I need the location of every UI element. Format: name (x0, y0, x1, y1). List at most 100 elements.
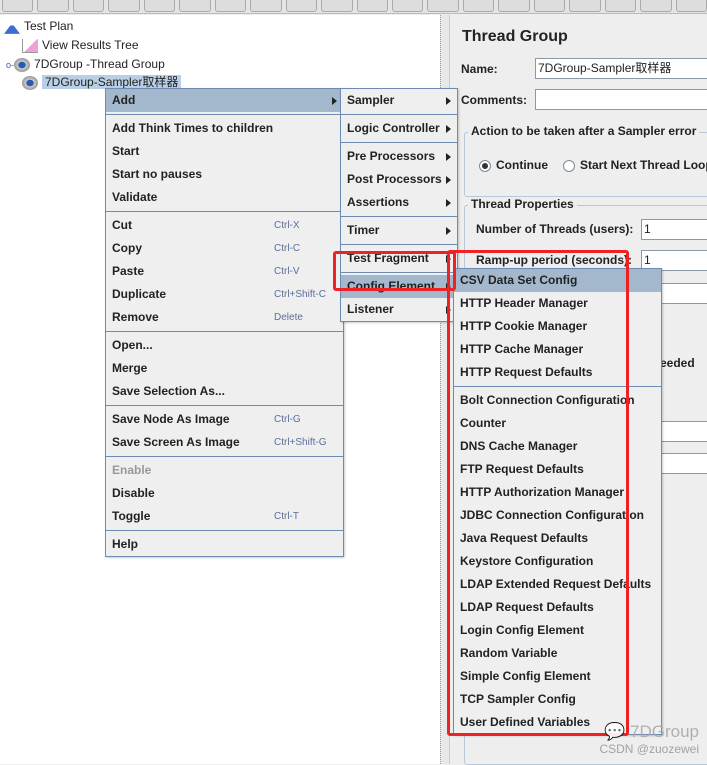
menu-item-help[interactable]: Help (106, 533, 343, 556)
menu-item-label: Remove (112, 310, 159, 324)
menu-item-label: Toggle (112, 509, 151, 523)
menu-separator (341, 216, 457, 217)
menu-item-add[interactable]: Add (106, 89, 343, 112)
menu-item-label: Validate (112, 190, 158, 204)
panel-title: Thread Group (462, 28, 568, 45)
fieldset-legend: Thread Properties (468, 197, 577, 211)
menu-separator (106, 331, 343, 332)
submenu-arrow-icon (446, 176, 451, 184)
toolbar (0, 0, 707, 14)
menu-item-paste[interactable]: Paste Ctrl-V (106, 260, 343, 283)
menu-item-disable[interactable]: Disable (106, 482, 343, 505)
menu-item-validate[interactable]: Validate (106, 186, 343, 209)
submenu-arrow-icon (446, 227, 451, 235)
menu-item-sampler[interactable]: Sampler (341, 89, 457, 112)
toolbar-button[interactable] (427, 0, 459, 12)
menu-item-label: Help (112, 537, 139, 551)
comments-input[interactable] (535, 89, 707, 110)
menu-item-remove[interactable]: Remove Delete (106, 306, 343, 329)
threads-input[interactable]: 1 (641, 219, 707, 240)
menu-item-add-think-times-to-children[interactable]: Add Think Times to children (106, 117, 343, 140)
radio-label: Continue (496, 158, 548, 172)
tree-node-test-plan[interactable]: Test Plan (4, 18, 73, 35)
submenu-arrow-icon (446, 97, 451, 105)
radio-label: Start Next Thread Loop (580, 158, 707, 172)
toolbar-button[interactable] (321, 0, 353, 12)
toolbar-button[interactable] (569, 0, 601, 12)
menu-item-label: Save Node As Image (112, 412, 230, 426)
toolbar-button[interactable] (604, 0, 637, 12)
test-plan-flask-icon (4, 19, 20, 34)
toolbar-button[interactable] (2, 0, 34, 12)
menu-item-cut[interactable]: Cut Ctrl-X (106, 214, 343, 237)
duration-input[interactable] (660, 421, 707, 442)
menu-item-listener[interactable]: Listener (341, 298, 457, 321)
menu-item-start-no-pauses[interactable]: Start no pauses (106, 163, 343, 186)
toolbar-button[interactable] (72, 0, 105, 12)
menu-item-shortcut: Ctrl-C (274, 243, 301, 254)
menu-item-copy[interactable]: Copy Ctrl-C (106, 237, 343, 260)
menu-item-label: Pre Processors (347, 149, 436, 163)
menu-item-label: Listener (347, 302, 394, 316)
menu-item-label: Start (112, 144, 140, 158)
menu-item-save-selection-as[interactable]: Save Selection As... (106, 380, 343, 403)
menu-item-timer[interactable]: Timer (341, 219, 457, 242)
menu-item-label: Sampler (347, 93, 395, 107)
submenu-arrow-icon (446, 125, 451, 133)
menu-separator (106, 405, 343, 406)
toolbar-button[interactable] (462, 0, 495, 12)
toolbar-button[interactable] (214, 0, 247, 12)
menu-item-save-screen-as-image[interactable]: Save Screen As Image Ctrl+Shift-G (106, 431, 343, 454)
menu-item-label: Add Think Times to children (112, 121, 274, 135)
context-menu: Add Add Think Times to children Start Start… (105, 88, 344, 557)
menu-item-shortcut: Ctrl-X (274, 220, 300, 231)
menu-item-save-node-as-image[interactable]: Save Node As Image Ctrl-G (106, 408, 343, 431)
menu-item-label: Duplicate (112, 287, 167, 301)
toolbar-button[interactable] (356, 0, 388, 12)
toolbar-button[interactable] (675, 0, 707, 12)
toolbar-button[interactable] (108, 0, 140, 12)
wechat-icon: 💬 (604, 722, 626, 741)
toolbar-button[interactable] (640, 0, 672, 12)
toolbar-button[interactable] (391, 0, 424, 12)
menu-item-duplicate[interactable]: Duplicate Ctrl+Shift-C (106, 283, 343, 306)
menu-item-label: Assertions (347, 195, 410, 209)
menu-item-shortcut: Ctrl-V (274, 266, 300, 277)
partial-label: eeded (660, 356, 695, 370)
menu-item-post-processors[interactable]: Post Processors (341, 168, 457, 191)
tree-node-view-results-tree[interactable]: View Results Tree (22, 37, 139, 54)
menu-item-label: Timer (347, 223, 380, 237)
annotation-highlight-box (447, 250, 629, 736)
menu-item-label: Post Processors (347, 172, 442, 186)
menu-item-shortcut: Ctrl-T (274, 511, 299, 522)
menu-item-pre-processors[interactable]: Pre Processors (341, 145, 457, 168)
menu-item-start[interactable]: Start (106, 140, 343, 163)
name-input[interactable]: 7DGroup-Sampler取样器 (535, 58, 707, 79)
menu-item-logic-controller[interactable]: Logic Controller (341, 117, 457, 140)
tree-node-label: Test Plan (24, 19, 74, 33)
menu-item-open[interactable]: Open... (106, 334, 343, 357)
toolbar-button[interactable] (179, 0, 211, 12)
menu-item-shortcut: Ctrl+Shift-C (274, 289, 326, 300)
toolbar-button[interactable] (285, 0, 318, 12)
toolbar-button[interactable] (250, 0, 282, 12)
tree-node-thread-group[interactable]: o- 7DGroup -Thread Group (6, 56, 165, 73)
menu-item-assertions[interactable]: Assertions (341, 191, 457, 214)
toolbar-button[interactable] (143, 0, 176, 12)
delay-input[interactable] (660, 453, 707, 474)
menu-item-label: Save Selection As... (112, 384, 225, 398)
menu-item-toggle[interactable]: Toggle Ctrl-T (106, 505, 343, 528)
tree-node-label: View Results Tree (42, 38, 139, 52)
fieldset-legend: Action to be taken after a Sampler error (468, 124, 700, 138)
toolbar-button[interactable] (533, 0, 566, 12)
radio-continue[interactable]: Continue (479, 158, 548, 172)
toolbar-button[interactable] (498, 0, 530, 12)
submenu-arrow-icon (446, 153, 451, 161)
menu-item-label: Logic Controller (347, 121, 440, 135)
toolbar-button[interactable] (37, 0, 69, 12)
menu-item-label: Cut (112, 218, 132, 232)
menu-item-shortcut: Ctrl-G (274, 414, 301, 425)
name-label: Name: (461, 62, 498, 76)
radio-start-next-thread-loop[interactable]: Start Next Thread Loop (563, 158, 707, 172)
menu-item-merge[interactable]: Merge (106, 357, 343, 380)
